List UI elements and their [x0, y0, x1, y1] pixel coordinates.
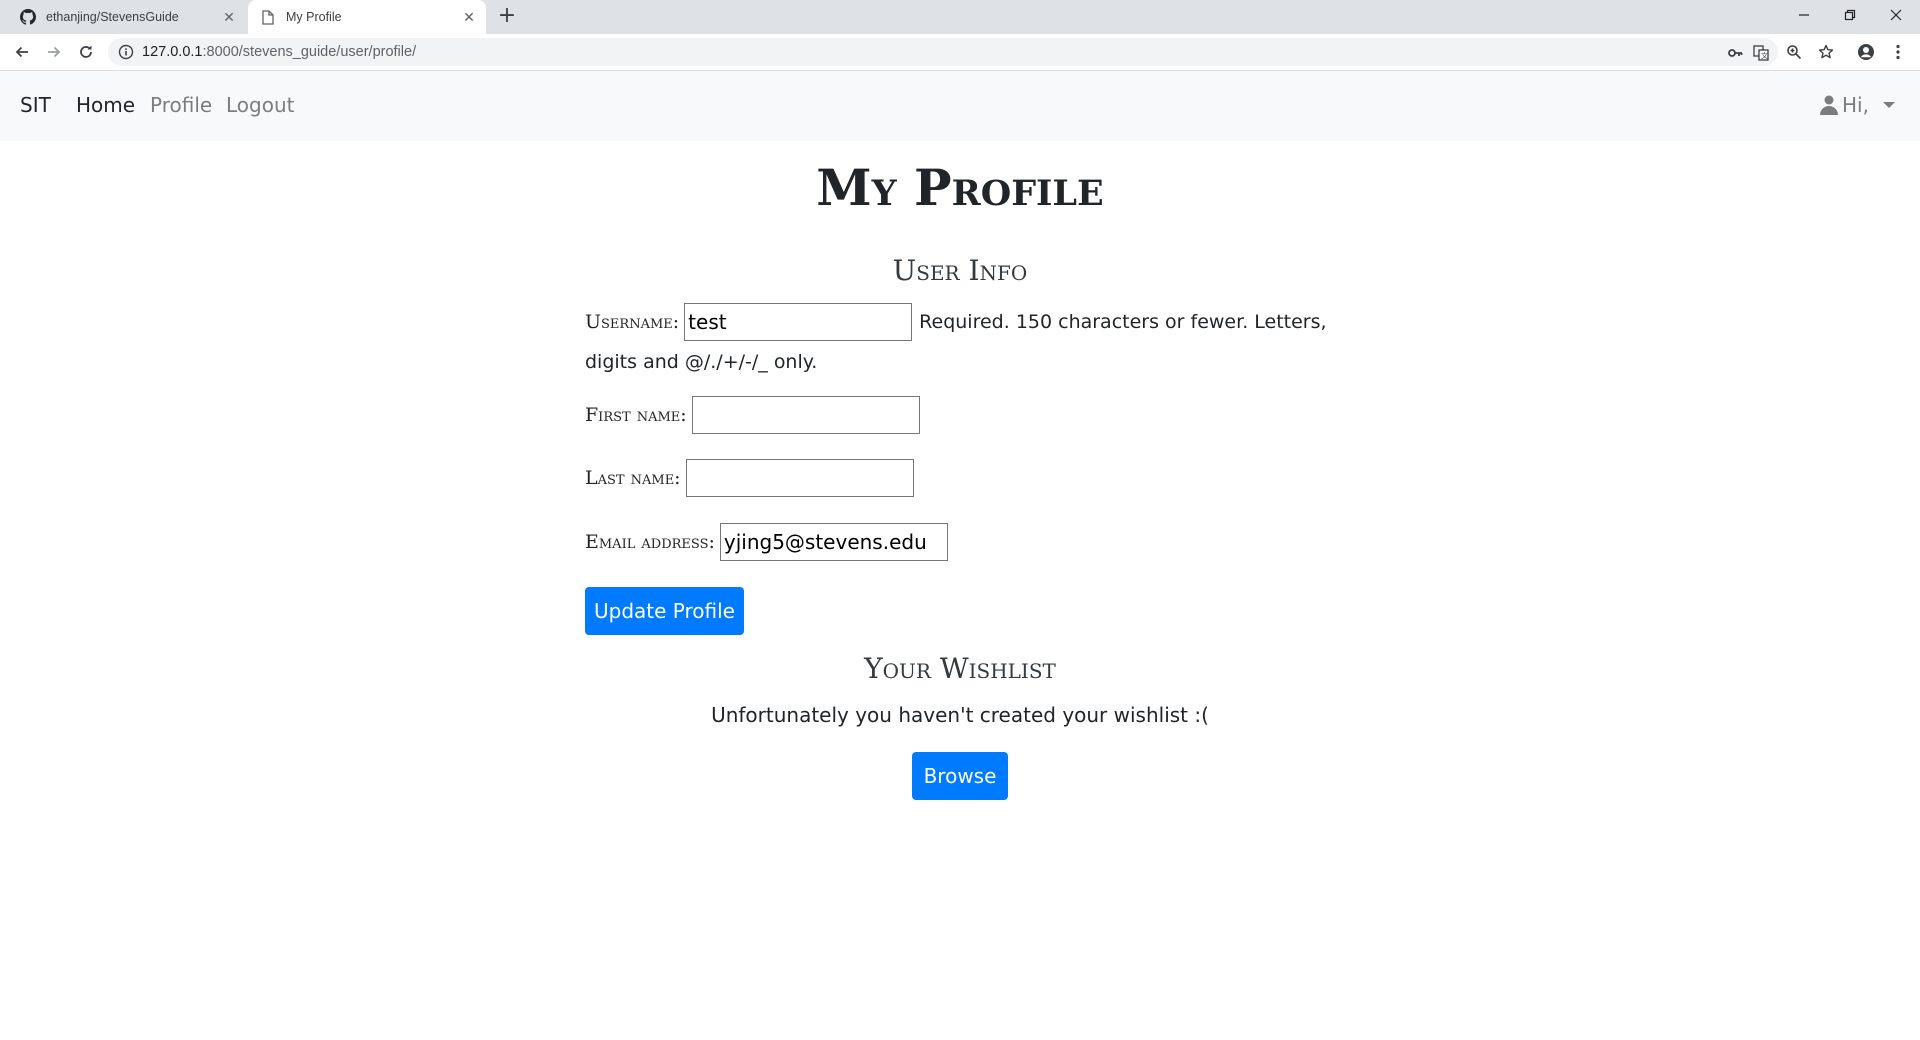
user-icon [1820, 95, 1838, 115]
wishlist-empty-message: Unfortunately you haven't created your w… [711, 703, 1209, 727]
key-icon[interactable] [1726, 44, 1744, 62]
close-icon[interactable]: ✕ [458, 9, 480, 26]
page-title: My Profile [816, 158, 1104, 217]
first-name-input[interactable] [691, 396, 920, 434]
browser-tab-my-profile[interactable]: My Profile ✕ [248, 0, 486, 34]
email-label: Email address: [585, 531, 715, 553]
translate-icon[interactable]: 文 [1752, 44, 1770, 62]
username-row: Username: Required. 150 characters or fe… [585, 302, 1327, 342]
browser-tab-github[interactable]: ethanjing/StevensGuide ✕ [8, 0, 246, 34]
back-arrow-icon[interactable] [10, 40, 34, 64]
username-label: Username: [585, 311, 680, 333]
browse-button[interactable]: Browse [912, 752, 1008, 800]
restore-icon[interactable] [1828, 0, 1872, 30]
last-name-row: Last name: [585, 459, 914, 497]
info-icon[interactable] [118, 44, 134, 60]
url-path: :8000/stevens_guide/user/profile/ [202, 44, 417, 60]
reload-icon[interactable] [74, 40, 98, 64]
first-name-label: First name: [585, 404, 687, 426]
nav-link-home[interactable]: Home [76, 93, 135, 117]
email-input[interactable] [719, 523, 948, 561]
navbar-brand[interactable]: SIT [20, 93, 51, 117]
nav-link-profile[interactable]: Profile [150, 93, 212, 117]
site-navbar: SIT Home Profile Logout Hi, [0, 71, 1920, 141]
wishlist-heading: Your Wishlist [864, 652, 1056, 685]
zoom-icon[interactable] [1784, 42, 1804, 62]
last-name-label: Last name: [585, 467, 681, 489]
minimize-icon[interactable] [1782, 0, 1826, 30]
browser-tab-bar: ethanjing/StevensGuide ✕ My Profile ✕ + [0, 0, 1920, 34]
chevron-down-icon [1882, 102, 1895, 108]
last-name-input[interactable] [685, 459, 914, 497]
user-greeting: Hi, [1842, 93, 1869, 117]
github-icon [20, 9, 36, 25]
svg-text:文: 文 [1761, 51, 1768, 60]
address-bar[interactable]: 127.0.0.1:8000/stevens_guide/user/profil… [108, 38, 1778, 66]
url-text: 127.0.0.1:8000/stevens_guide/user/profil… [142, 38, 416, 66]
new-tab-button[interactable]: + [494, 5, 520, 29]
tab-title: My Profile [286, 10, 342, 24]
update-profile-button[interactable]: Update Profile [585, 587, 744, 635]
first-name-row: First name: [585, 396, 920, 434]
url-host: 127.0.0.1 [142, 44, 203, 60]
close-window-icon[interactable] [1874, 0, 1918, 30]
tab-title: ethanjing/StevensGuide [46, 10, 179, 24]
account-icon[interactable] [1856, 42, 1876, 62]
document-icon [260, 9, 276, 25]
close-icon[interactable]: ✕ [218, 9, 240, 26]
bookmark-star-icon[interactable] [1816, 42, 1836, 62]
user-info-heading: User Info [892, 254, 1028, 287]
forward-arrow-icon[interactable] [42, 40, 66, 64]
username-input[interactable] [684, 303, 913, 341]
username-help-text-cont: digits and @/./+/-/_ only. [585, 351, 818, 373]
username-help-text: Required. 150 characters or fewer. Lette… [919, 311, 1327, 333]
user-dropdown[interactable]: Hi, [1820, 93, 1895, 117]
nav-link-logout[interactable]: Logout [226, 93, 294, 117]
kebab-menu-icon[interactable] [1888, 42, 1908, 62]
email-row: Email address: [585, 523, 948, 561]
browser-toolbar: 127.0.0.1:8000/stevens_guide/user/profil… [0, 34, 1920, 71]
